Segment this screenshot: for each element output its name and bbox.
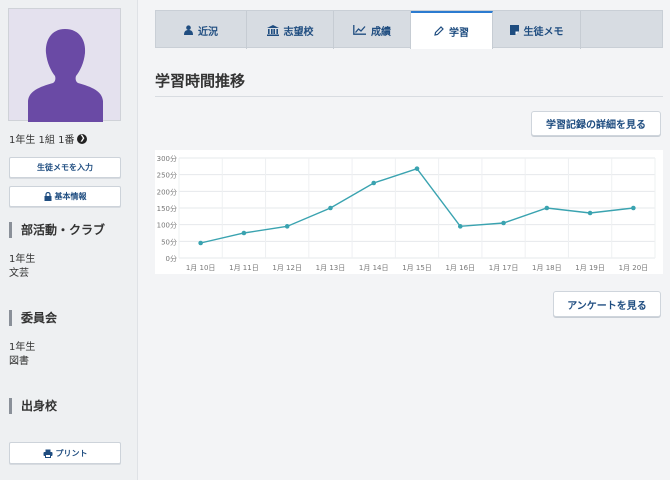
sidebar: 1年生 1組 1番 ❯ 生徒メモを入力 基本情報 部活動・クラブ 1年生 文芸 …: [0, 0, 138, 480]
x-tick-label: 1月 11日: [229, 264, 259, 272]
tab-recent[interactable]: 近況: [156, 11, 247, 49]
tab-study[interactable]: 学習: [411, 11, 493, 49]
survey-button-label: アンケートを見る: [567, 300, 647, 312]
student-id[interactable]: 1年生 1組 1番 ❯: [9, 131, 88, 146]
note-icon: [509, 25, 519, 35]
tab-grades-label: 成績: [371, 26, 391, 38]
tab-recent-label: 近況: [198, 26, 218, 38]
print-icon: [43, 449, 52, 458]
tab-student-memo-label: 生徒メモ: [523, 26, 564, 38]
data-point: [241, 230, 247, 236]
data-point: [284, 224, 290, 229]
x-tick-label: 1月 13日: [316, 264, 346, 272]
institution-icon: [266, 24, 279, 36]
tab-study-label: 学習: [449, 27, 469, 39]
data-point: [587, 210, 593, 216]
x-tick-label: 1月 20日: [619, 264, 649, 272]
club-name: 文芸: [9, 268, 29, 279]
committee-section-title: 委員会: [9, 310, 57, 326]
print-button-label: プリント: [55, 448, 88, 458]
print-button[interactable]: プリント: [9, 442, 121, 464]
data-point: [544, 205, 550, 211]
x-tick-label: 1月 18日: [532, 264, 562, 272]
committee-name: 図書: [9, 356, 29, 367]
data-point: [198, 240, 203, 246]
student-memo-button[interactable]: 生徒メモを入力: [9, 157, 121, 178]
line-chart-icon: [353, 25, 366, 35]
data-point: [631, 205, 636, 211]
survey-button[interactable]: アンケートを見る: [553, 291, 661, 317]
avatar: [8, 8, 121, 122]
y-tick-label: 250分: [157, 171, 177, 180]
data-point: [328, 205, 333, 211]
x-tick-label: 1月 17日: [489, 264, 519, 272]
pencil-icon: [434, 26, 444, 36]
committee-grade: 1年生: [9, 342, 36, 353]
user-icon: [184, 25, 193, 35]
data-point: [414, 166, 420, 171]
x-tick-label: 1月 19日: [575, 264, 605, 272]
chevron-right-icon[interactable]: ❯: [77, 133, 88, 144]
y-tick-label: 200分: [157, 187, 177, 196]
y-tick-label: 150分: [157, 204, 177, 213]
basic-info-button-label: 基本情報: [54, 192, 87, 201]
student-id-text: 1年生 1組 1番: [9, 135, 75, 146]
basic-info-button[interactable]: 基本情報: [9, 186, 121, 207]
tab-student-memo[interactable]: 生徒メモ: [493, 11, 581, 49]
tab-bar: 近況 志望校 成績 学習 生徒メモ: [155, 10, 663, 49]
study-time-chart: 300分 250分 200分 150分 100分 50分 0分 1月 10日 1月 11日 1月 …: [155, 150, 663, 274]
title-divider: [155, 96, 663, 97]
main-content: 近況 志望校 成績 学習 生徒メモ 学習時間推移 学習記録の詳細を見る 300分…: [139, 0, 670, 480]
chart-svg: 300分 250分 200分 150分 100分 50分 0分 1月 10日 1月 11日 1月 …: [157, 154, 656, 272]
x-tick-label: 1月 12日: [272, 264, 302, 272]
data-point: [501, 220, 506, 226]
page-title: 学習時間推移: [155, 72, 246, 90]
study-details-button[interactable]: 学習記録の詳細を見る: [531, 111, 661, 136]
y-tick-label: 50分: [161, 237, 177, 246]
x-tick-label: 1月 15日: [402, 264, 432, 272]
tab-grades[interactable]: 成績: [334, 11, 411, 49]
previous-school-section-title: 出身校: [9, 398, 57, 414]
y-tick-label: 100分: [157, 221, 177, 230]
study-details-button-label: 学習記録の詳細を見る: [546, 120, 646, 131]
data-point: [457, 224, 463, 229]
y-tick-label: 300分: [157, 154, 177, 163]
student-memo-button-label: 生徒メモを入力: [37, 163, 93, 172]
data-point: [371, 180, 377, 186]
x-tick-label: 1月 16日: [445, 264, 475, 272]
x-tick-label: 1月 14日: [359, 264, 389, 272]
lock-icon: [44, 192, 51, 201]
club-grade: 1年生: [9, 254, 36, 265]
tab-target-school[interactable]: 志望校: [247, 11, 334, 49]
tab-target-school-label: 志望校: [283, 26, 314, 38]
y-tick-label: 0分: [166, 254, 177, 263]
user-silhouette-icon: [28, 29, 103, 122]
club-section-title: 部活動・クラブ: [9, 222, 105, 238]
x-tick-label: 1月 10日: [186, 264, 216, 272]
